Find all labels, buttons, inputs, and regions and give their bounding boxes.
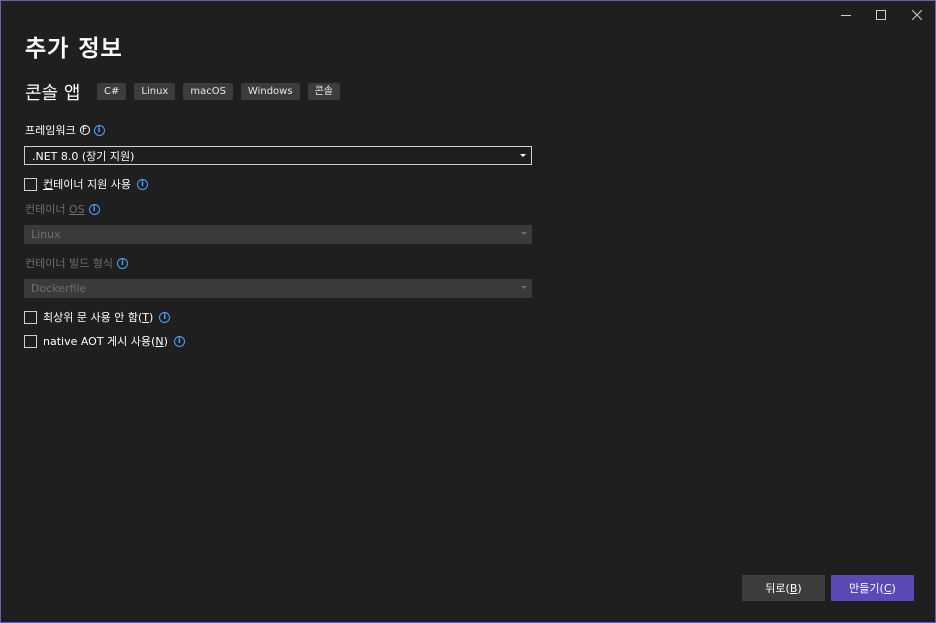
framework-label: 프레임워크 F i bbox=[25, 122, 105, 138]
top-level-statements-info-icon[interactable]: i bbox=[159, 311, 171, 323]
tag-linux: Linux bbox=[134, 83, 176, 100]
page-title: 추가 정보 bbox=[25, 36, 123, 62]
back-button[interactable]: 뒤로(B) bbox=[742, 575, 825, 601]
top-level-statements-checkbox[interactable] bbox=[24, 310, 37, 324]
container-support-label: 컨테이너 지원 사용 bbox=[43, 178, 131, 191]
container-os-label-text: 컨테이너 OS bbox=[25, 203, 85, 216]
container-os-dropdown: Linux bbox=[24, 225, 532, 244]
container-build-dropdown: Dockerfile bbox=[24, 279, 532, 298]
template-tags: C# Linux macOS Windows 콘솔 bbox=[97, 83, 340, 100]
minimize-icon bbox=[841, 14, 851, 16]
create-button-label: 만들기(C) bbox=[849, 582, 896, 595]
native-aot-info-icon[interactable]: i bbox=[173, 335, 185, 347]
framework-info-icon[interactable]: i bbox=[93, 124, 105, 136]
framework-dropdown[interactable]: .NET 8.0 (장기 지원) bbox=[24, 146, 532, 165]
container-os-info-icon[interactable]: i bbox=[88, 203, 100, 215]
container-support-row[interactable]: 컨테이너 지원 사용 i bbox=[24, 176, 148, 192]
close-button[interactable] bbox=[900, 5, 934, 25]
container-build-selected: Dockerfile bbox=[31, 282, 87, 295]
chevron-down-icon bbox=[521, 286, 527, 289]
container-support-info-icon[interactable]: i bbox=[136, 178, 148, 190]
close-icon bbox=[912, 10, 922, 20]
chevron-down-icon bbox=[520, 154, 526, 157]
template-name: 콘솔 앱 bbox=[25, 83, 81, 104]
container-support-checkbox[interactable] bbox=[24, 177, 37, 191]
native-aot-label: native AOT 게시 사용(N) bbox=[43, 335, 168, 348]
top-level-statements-row[interactable]: 최상위 문 사용 안 함(T) i bbox=[24, 309, 171, 325]
framework-label-text: 프레임워크 bbox=[25, 124, 76, 137]
create-button[interactable]: 만들기(C) bbox=[831, 575, 914, 601]
framework-selected: .NET 8.0 (장기 지원) bbox=[32, 149, 135, 163]
tag-console: 콘솔 bbox=[307, 83, 340, 100]
top-level-statements-label: 최상위 문 사용 안 함(T) bbox=[43, 311, 154, 324]
container-build-label-text: 컨테이너 빌드 형식 bbox=[25, 257, 113, 270]
framework-accesskey: F bbox=[79, 125, 90, 135]
tag-macos: macOS bbox=[183, 83, 233, 100]
dialog-window: 추가 정보 콘솔 앱 C# Linux macOS Windows 콘솔 프레임… bbox=[0, 0, 936, 623]
maximize-button[interactable] bbox=[864, 5, 898, 25]
container-build-label: 컨테이너 빌드 형식 i bbox=[25, 255, 128, 271]
tag-windows: Windows bbox=[240, 83, 300, 100]
container-build-info-icon[interactable]: i bbox=[116, 257, 128, 269]
maximize-icon bbox=[876, 10, 886, 20]
native-aot-checkbox[interactable] bbox=[24, 334, 37, 348]
chevron-down-icon bbox=[521, 232, 527, 235]
container-os-label: 컨테이너 OS i bbox=[25, 201, 100, 217]
minimize-button[interactable] bbox=[829, 5, 863, 25]
tag-csharp: C# bbox=[97, 83, 127, 100]
native-aot-row[interactable]: native AOT 게시 사용(N) i bbox=[24, 333, 185, 349]
back-button-label: 뒤로(B) bbox=[765, 582, 802, 595]
container-os-selected: Linux bbox=[31, 228, 61, 241]
